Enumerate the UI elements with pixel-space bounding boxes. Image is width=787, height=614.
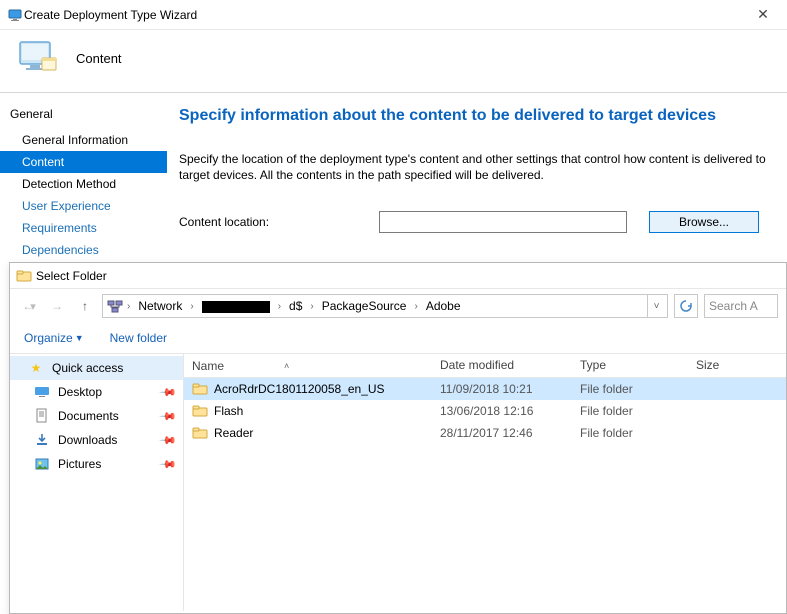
tree-label: Documents: [58, 409, 153, 423]
tree-quick-access[interactable]: ★ Quick access: [10, 356, 183, 380]
star-icon: ★: [28, 360, 44, 376]
file-name: Reader: [214, 426, 253, 440]
folder-toolbar: Organize▼ New folder: [10, 323, 786, 353]
tree-desktop[interactable]: Desktop 📌: [10, 380, 183, 404]
desktop-icon: [34, 384, 50, 400]
column-date[interactable]: Date modified: [432, 354, 572, 377]
file-type: File folder: [572, 382, 688, 396]
nav-item-user-experience[interactable]: User Experience: [0, 195, 167, 217]
crumb-sep-icon: ›: [125, 301, 132, 312]
refresh-icon: [679, 299, 693, 313]
downloads-icon: [34, 432, 50, 448]
file-date: 13/06/2018 12:16: [432, 404, 572, 418]
nav-back-button[interactable]: ←▾: [18, 295, 40, 317]
folder-title: Select Folder: [36, 269, 107, 283]
list-item[interactable]: Flash 13/06/2018 12:16 File folder: [184, 400, 786, 422]
network-icon: [107, 298, 123, 314]
browse-button[interactable]: Browse...: [649, 211, 759, 233]
crumb-packagesource[interactable]: PackageSource: [318, 298, 411, 314]
tree-pictures[interactable]: Pictures 📌: [10, 452, 183, 476]
pin-icon: 📌: [159, 383, 178, 402]
new-folder-button[interactable]: New folder: [110, 331, 167, 345]
wizard-title: Create Deployment Type Wizard: [24, 8, 743, 22]
file-type: File folder: [572, 404, 688, 418]
folder-icon: [192, 381, 208, 397]
tree-label: Desktop: [58, 385, 153, 399]
page-heading: Specify information about the content to…: [179, 107, 769, 125]
folder-icon: [192, 425, 208, 441]
redacted-text: [202, 301, 270, 313]
crumb-sep-icon: ›: [276, 301, 283, 312]
column-headers: Name ˄ Date modified Type Size: [184, 354, 786, 378]
navigation-tree: ★ Quick access Desktop 📌 Documents 📌 Dow…: [10, 354, 184, 611]
crumb-adobe[interactable]: Adobe: [422, 298, 465, 314]
file-name: Flash: [214, 404, 243, 418]
file-type: File folder: [572, 426, 688, 440]
tree-downloads[interactable]: Downloads 📌: [10, 428, 183, 452]
crumb-share[interactable]: d$: [285, 298, 306, 314]
folder-titlebar: Select Folder: [10, 263, 786, 289]
file-date: 11/09/2018 10:21: [432, 382, 572, 396]
nav-forward-button[interactable]: →: [46, 295, 68, 317]
nav-up-button[interactable]: ↑: [74, 295, 96, 317]
page-description: Specify the location of the deployment t…: [179, 151, 769, 183]
crumb-sep-icon: ›: [308, 301, 315, 312]
col-label: Name: [192, 359, 224, 373]
tree-label: Pictures: [58, 457, 153, 471]
refresh-button[interactable]: [674, 294, 698, 318]
column-type[interactable]: Type: [572, 354, 688, 377]
select-folder-window: Select Folder ←▾ → ↑ › Network › › d$ › …: [9, 262, 787, 614]
crumb-sep-icon: ›: [412, 301, 419, 312]
wizard-titlebar: Create Deployment Type Wizard ✕: [0, 0, 787, 30]
documents-icon: [34, 408, 50, 424]
monitor-icon: [18, 40, 58, 76]
crumb-server[interactable]: [198, 298, 274, 314]
wizard-header: Content: [0, 30, 787, 93]
address-bar: ←▾ → ↑ › Network › › d$ › PackageSource …: [10, 289, 786, 323]
column-size[interactable]: Size: [688, 354, 786, 377]
file-name: AcroRdrDC1801120058_en_US: [214, 382, 385, 396]
file-list: Name ˄ Date modified Type Size AcroRdrDC1…: [184, 354, 786, 611]
breadcrumb[interactable]: › Network › › d$ › PackageSource › Adobe…: [102, 294, 668, 318]
content-location-input[interactable]: [379, 211, 627, 233]
pin-icon: 📌: [159, 455, 178, 474]
folder-window-icon: [16, 268, 32, 284]
crumb-sep-icon: ›: [188, 301, 195, 312]
list-item[interactable]: Reader 28/11/2017 12:46 File folder: [184, 422, 786, 444]
search-input[interactable]: Search A: [704, 294, 778, 318]
organize-menu[interactable]: Organize▼: [24, 331, 84, 345]
list-item[interactable]: AcroRdrDC1801120058_en_US 11/09/2018 10:…: [184, 378, 786, 400]
tree-documents[interactable]: Documents 📌: [10, 404, 183, 428]
close-button[interactable]: ✕: [743, 2, 783, 28]
pictures-icon: [34, 456, 50, 472]
nav-item-dependencies[interactable]: Dependencies: [0, 239, 167, 261]
pin-icon: 📌: [159, 407, 178, 426]
nav-item-detection-method[interactable]: Detection Method: [0, 173, 167, 195]
folder-icon: [192, 403, 208, 419]
sort-indicator-icon: ˄: [284, 361, 289, 371]
wizard-step-label: Content: [76, 51, 122, 66]
tree-label-quick: Quick access: [52, 361, 175, 375]
chevron-down-icon: ▾: [30, 300, 36, 313]
organize-label: Organize: [24, 331, 73, 345]
nav-item-requirements[interactable]: Requirements: [0, 217, 167, 239]
crumb-network[interactable]: Network: [134, 298, 186, 314]
wizard-icon: [8, 7, 24, 23]
nav-item-content[interactable]: Content: [0, 151, 167, 173]
content-location-label: Content location:: [179, 215, 379, 229]
nav-item-general-information[interactable]: General Information: [0, 129, 167, 151]
column-name[interactable]: Name ˄: [184, 354, 432, 377]
address-history-dropdown[interactable]: ˅: [647, 295, 665, 317]
file-date: 28/11/2017 12:46: [432, 426, 572, 440]
nav-root[interactable]: General: [0, 103, 167, 129]
content-location-row: Content location: Browse...: [179, 211, 769, 233]
chevron-down-icon: ▼: [75, 333, 84, 343]
pin-icon: 📌: [159, 431, 178, 450]
tree-label: Downloads: [58, 433, 153, 447]
